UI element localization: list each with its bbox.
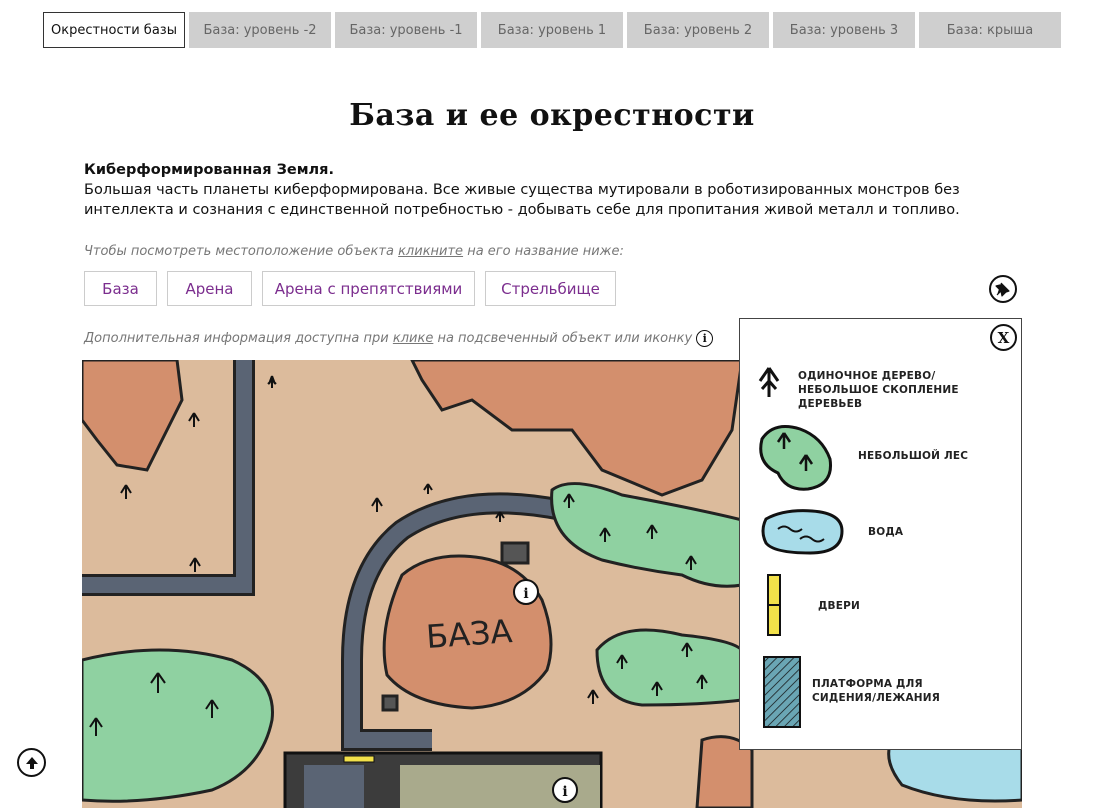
- location-button-obstacle-arena[interactable]: Арена с препятствиями: [262, 271, 475, 306]
- description: Киберформированная Земля. Большая часть …: [84, 160, 1024, 220]
- building-room: [304, 765, 364, 808]
- legend-item-door: Двери: [740, 573, 1023, 637]
- tab-roof[interactable]: База: крыша: [919, 12, 1061, 48]
- legend-label-door: Двери: [818, 600, 861, 612]
- info-hint: Дополнительная информация доступна при к…: [84, 330, 714, 347]
- legend-label-platform: Платформа для сидения/лежания: [812, 678, 941, 704]
- info-hint-text: Дополнительная информация доступна при: [84, 331, 393, 346]
- location-button-arena[interactable]: Арена: [167, 271, 252, 306]
- tab-level-minus-1[interactable]: База: уровень -1: [335, 12, 477, 48]
- location-hint-text-end: на его название ниже:: [463, 244, 624, 259]
- legend-label-water: Вода: [868, 526, 904, 538]
- platform-icon: [763, 656, 801, 728]
- tab-bar: Окрестности базы База: уровень -2 База: …: [43, 12, 1061, 48]
- water-icon: [761, 509, 844, 555]
- svg-text:i: i: [523, 586, 528, 602]
- small-structure: [381, 694, 399, 712]
- forest-area: [595, 628, 744, 707]
- legend-label-tree: Одиночное дерево/небольшое скопление дер…: [798, 370, 959, 410]
- location-button-base[interactable]: База: [84, 271, 157, 306]
- forest-icon: [759, 425, 833, 491]
- tree-icon: [758, 367, 780, 397]
- small-structure: [500, 541, 530, 565]
- info-hint-link: клике: [392, 331, 434, 346]
- page-title: База и ее окрестности: [349, 98, 755, 133]
- location-button-shooting-range[interactable]: Стрельбище: [485, 271, 616, 306]
- location-hint-link: кликните: [398, 244, 464, 259]
- info-marker-base: i: [513, 579, 539, 605]
- info-marker-building: i: [552, 777, 578, 803]
- door-icon: [767, 574, 781, 636]
- tab-level-minus-2[interactable]: База: уровень -2: [189, 12, 331, 48]
- location-hint-text: Чтобы посмотреть местоположение объекта: [84, 244, 399, 259]
- tab-level-1[interactable]: База: уровень 1: [481, 12, 623, 48]
- close-icon[interactable]: X: [990, 324, 1017, 351]
- location-hint: Чтобы посмотреть местоположение объекта …: [84, 244, 624, 259]
- legend-item-platform: Платформа для сидения/лежания: [740, 655, 1023, 729]
- location-buttons: База Арена Арена с препятствиями Стрельб…: [84, 271, 616, 306]
- tab-base-surroundings[interactable]: Окрестности базы: [43, 12, 185, 48]
- pin-icon[interactable]: [989, 275, 1017, 303]
- scroll-up-icon[interactable]: [17, 748, 46, 777]
- info-hint-text-end: на подсвеченный объект или иконку: [433, 331, 693, 346]
- description-heading: Киберформированная Земля.: [84, 162, 334, 178]
- legend-item-water: Вода: [740, 507, 1023, 557]
- legend-item-tree: Одиночное дерево/небольшое скопление дер…: [740, 363, 1023, 410]
- legend-panel: X Одиночное дерево/небольшое скопление д…: [739, 318, 1022, 750]
- tab-level-3[interactable]: База: уровень 3: [773, 12, 915, 48]
- svg-text:i: i: [562, 784, 567, 800]
- legend-item-forest: Небольшой лес: [740, 419, 1023, 493]
- door: [343, 755, 375, 763]
- base-label: БАЗА: [425, 612, 514, 656]
- tab-level-2[interactable]: База: уровень 2: [627, 12, 769, 48]
- legend-label-forest: Небольшой лес: [858, 450, 969, 462]
- description-text: Большая часть планеты киберформирована. …: [84, 182, 960, 218]
- info-icon: i: [696, 330, 714, 347]
